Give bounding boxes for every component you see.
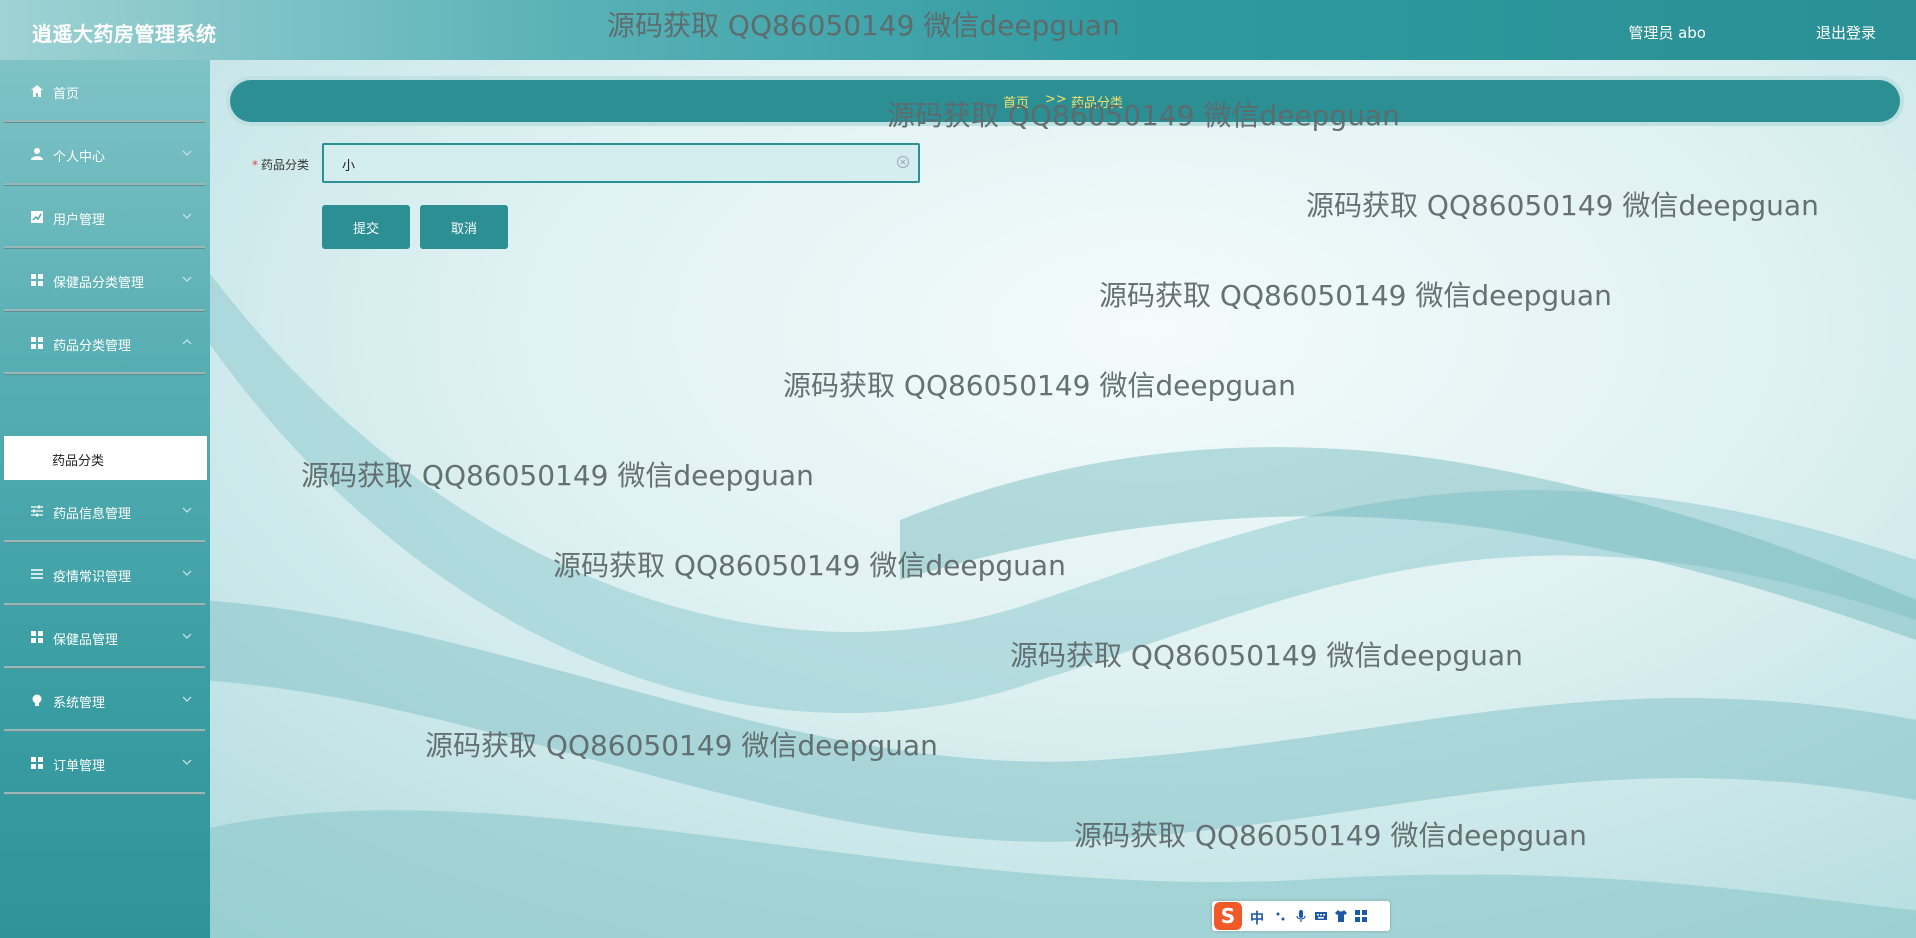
keyboard-icon[interactable]	[1314, 909, 1328, 923]
user-icon	[31, 148, 43, 160]
sidebar-item-label: 保健品管理	[53, 633, 119, 648]
chevron-down-icon	[182, 570, 192, 576]
microphone-icon[interactable]	[1294, 909, 1308, 923]
sidebar-item-drug-info[interactable]: 药品信息管理	[4, 480, 205, 542]
sidebar-item-label: 药品分类管理	[53, 339, 132, 354]
logout-link[interactable]: 退出登录	[1816, 22, 1876, 43]
current-user-label: 管理员 abo	[1628, 24, 1706, 42]
watermark: 源码获取 QQ86050149 微信deepguan	[607, 9, 1120, 42]
sidebar-item-orders[interactable]: 订单管理	[4, 732, 205, 794]
sidebar-item-personal-center[interactable]: 个人中心	[4, 123, 205, 185]
sidebar-item-epidemic-knowledge[interactable]: 疫情常识管理	[4, 543, 205, 605]
watermark: 源码获取 QQ86050149 微信deepguan	[783, 369, 1296, 402]
clear-icon[interactable]	[896, 155, 910, 169]
sidebar-item-label: 药品信息管理	[53, 507, 132, 522]
sidebar-item-health-products[interactable]: 保健品管理	[4, 606, 205, 668]
bulb-icon	[32, 694, 42, 706]
cancel-button[interactable]: 取消	[420, 205, 508, 249]
sidebar-item-home[interactable]: 首页	[4, 60, 205, 122]
chart-icon	[31, 211, 43, 223]
watermark: 源码获取 QQ86050149 微信deepguan	[301, 459, 814, 492]
drug-category-input[interactable]	[340, 153, 884, 175]
chevron-down-icon	[182, 213, 192, 219]
chevron-down-icon	[182, 633, 192, 639]
watermark: 源码获取 QQ86050149 微信deepguan	[1306, 189, 1819, 222]
drug-category-label: * 药品分类	[252, 156, 309, 173]
required-mark: *	[252, 158, 258, 172]
sidebar-item-system[interactable]: 系统管理	[4, 669, 205, 731]
chevron-down-icon	[182, 507, 192, 513]
chevron-up-icon	[182, 339, 192, 345]
watermark: 源码获取 QQ86050149 微信deepguan	[425, 729, 938, 762]
grid-icon	[31, 337, 43, 349]
sidebar-item-drug-category[interactable]: 药品分类管理	[4, 312, 205, 374]
sidebar-item-label: 系统管理	[53, 696, 106, 711]
drug-category-label-text: 药品分类	[261, 158, 310, 172]
app-title: 逍遥大药房管理系统	[32, 22, 217, 46]
background	[0, 0, 1916, 938]
submit-button[interactable]: 提交	[322, 205, 410, 249]
grid-icon	[31, 757, 43, 769]
ime-language-toggle[interactable]: 中	[1250, 908, 1264, 928]
sidebar: 首页 个人中心 用户管理 保健品分类管理 药品分类管理 药品分类 药品信息管理 …	[0, 60, 210, 938]
watermark: 源码获取 QQ86050149 微信deepguan	[887, 99, 1400, 132]
ime-logo: S	[1214, 902, 1242, 930]
punctuation-icon[interactable]	[1274, 909, 1288, 923]
watermark: 源码获取 QQ86050149 微信deepguan	[1010, 639, 1523, 672]
drug-category-field[interactable]	[322, 143, 920, 183]
list-icon	[31, 569, 43, 579]
grid-icon	[31, 274, 43, 286]
sidebar-item-label: 疫情常识管理	[53, 570, 132, 585]
sliders-icon	[31, 505, 43, 517]
chevron-down-icon	[182, 276, 192, 282]
background-waves	[200, 260, 1916, 938]
sidebar-item-health-category[interactable]: 保健品分类管理	[4, 249, 205, 311]
toolbox-grid-icon[interactable]	[1354, 909, 1368, 923]
ime-toolbar[interactable]: S 中	[1212, 901, 1390, 931]
grid-icon	[31, 631, 43, 643]
sidebar-item-label: 用户管理	[53, 213, 106, 228]
sidebar-item-label: 保健品分类管理	[53, 276, 145, 291]
watermark: 源码获取 QQ86050149 微信deepguan	[1099, 279, 1612, 312]
chevron-down-icon	[182, 759, 192, 765]
chevron-down-icon	[182, 150, 192, 156]
sidebar-subitem-label: 药品分类	[52, 454, 105, 469]
sidebar-subitem-drug-category[interactable]: 药品分类	[4, 436, 207, 480]
home-icon	[31, 85, 43, 97]
sidebar-item-label: 订单管理	[53, 759, 106, 774]
skin-shirt-icon[interactable]	[1334, 909, 1348, 923]
sidebar-item-label: 个人中心	[53, 150, 106, 165]
sidebar-item-label: 首页	[53, 87, 80, 102]
chevron-down-icon	[182, 696, 192, 702]
watermark: 源码获取 QQ86050149 微信deepguan	[553, 549, 1066, 582]
watermark: 源码获取 QQ86050149 微信deepguan	[1074, 819, 1587, 852]
sidebar-item-user-management[interactable]: 用户管理	[4, 186, 205, 248]
